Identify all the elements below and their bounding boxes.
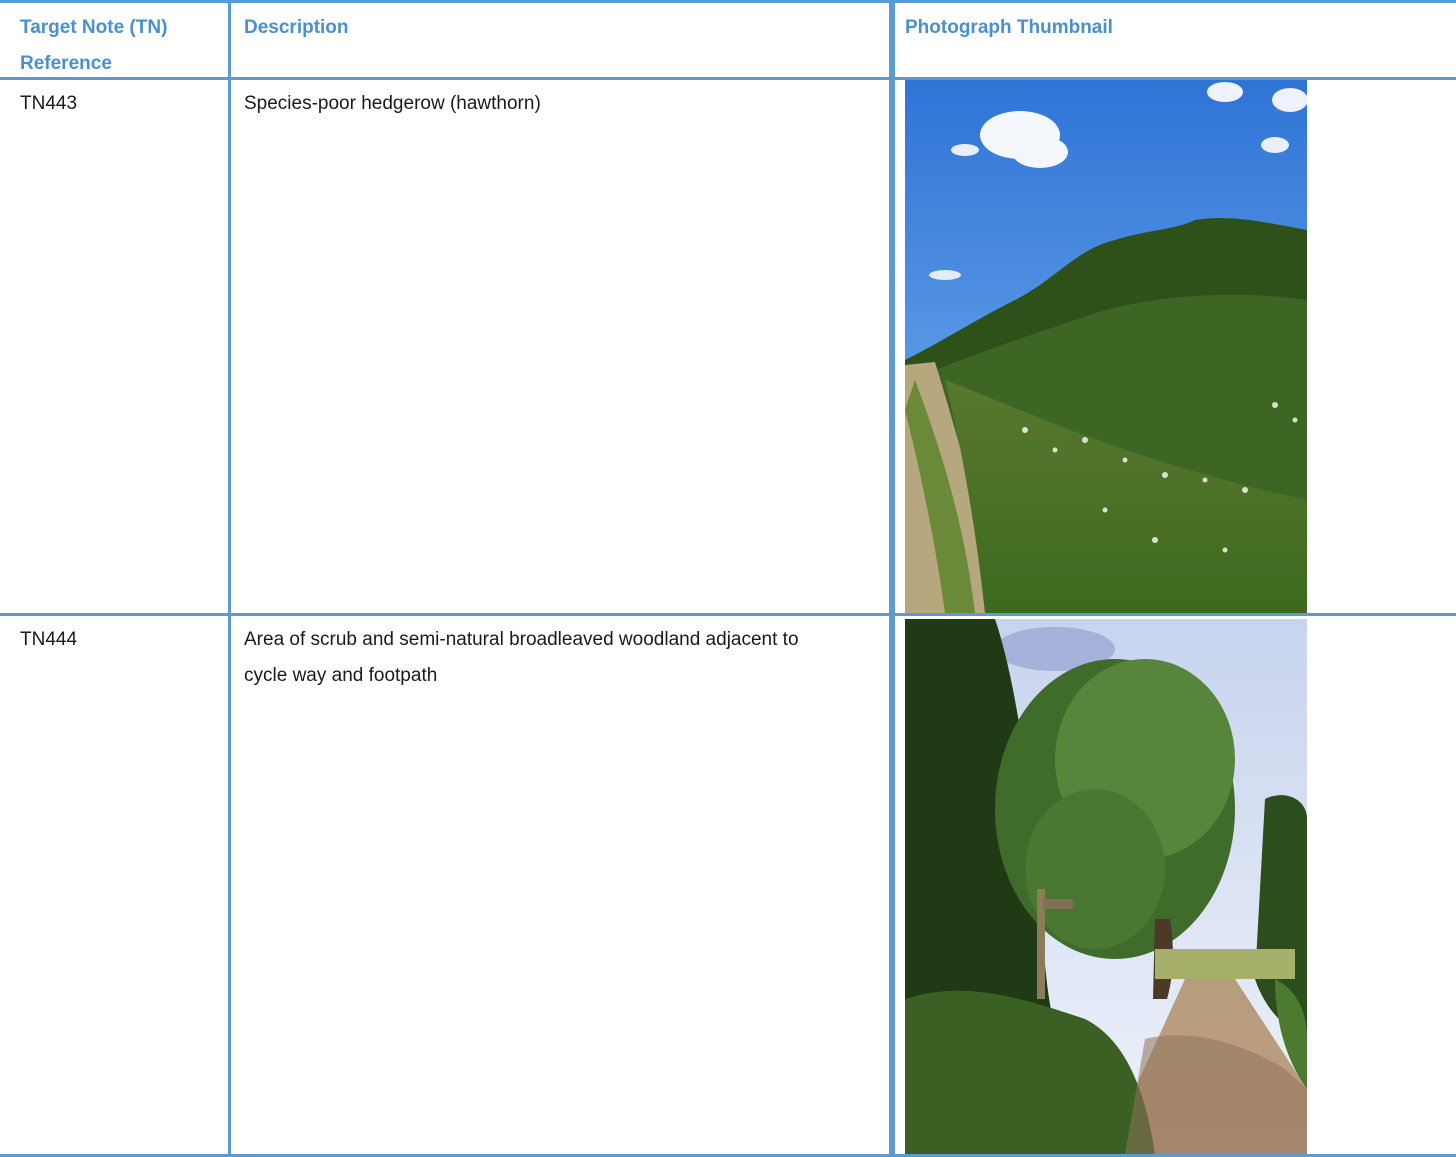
row-description: Area of scrub and semi-natural broadleav… bbox=[244, 629, 799, 686]
target-notes-table: Target Note (TN) Reference Description P… bbox=[0, 0, 1456, 1157]
woodland-path-photo bbox=[905, 619, 1307, 1154]
header-description: Description bbox=[244, 17, 349, 38]
row-reference: TN443 bbox=[20, 93, 78, 114]
header-photograph: Photograph Thumbnail bbox=[905, 17, 1113, 38]
hedgerow-photo bbox=[905, 80, 1307, 613]
row-reference: TN444 bbox=[20, 629, 78, 650]
table-border-top bbox=[0, 0, 1456, 3]
row-description: Species-poor hedgerow (hawthorn) bbox=[244, 93, 541, 114]
header-reference: Target Note (TN) Reference bbox=[20, 17, 168, 74]
